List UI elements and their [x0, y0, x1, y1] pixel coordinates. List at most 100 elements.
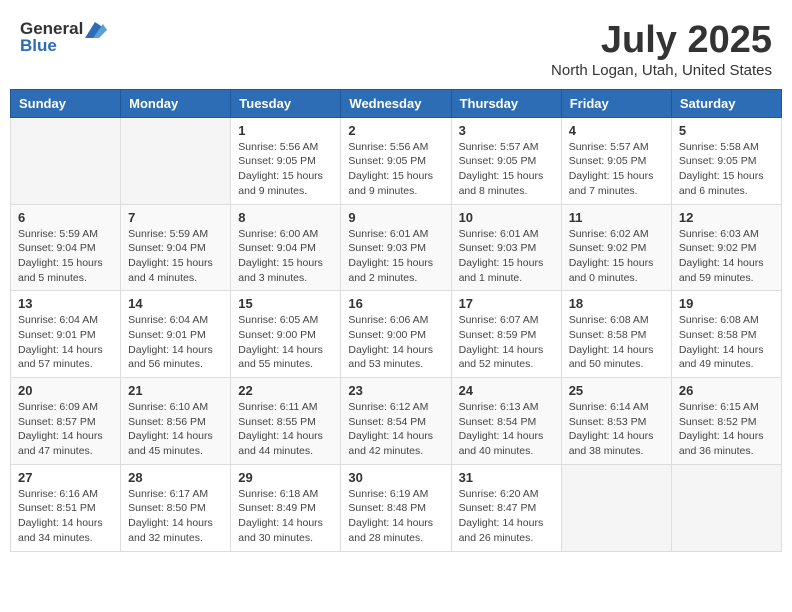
calendar-cell [561, 464, 671, 551]
day-number: 7 [128, 210, 223, 225]
calendar-cell [121, 117, 231, 204]
cell-content: Sunrise: 6:08 AM Sunset: 8:58 PM Dayligh… [569, 313, 664, 372]
day-number: 26 [679, 383, 774, 398]
day-number: 22 [238, 383, 333, 398]
calendar-cell: 28 Sunrise: 6:17 AM Sunset: 8:50 PM Dayli… [121, 464, 231, 551]
calendar-cell [11, 117, 121, 204]
day-number: 16 [348, 296, 443, 311]
calendar-header-wednesday: Wednesday [341, 89, 451, 117]
day-number: 4 [569, 123, 664, 138]
day-number: 5 [679, 123, 774, 138]
calendar-cell: 19Sunrise: 6:08 AM Sunset: 8:58 PM Dayli… [671, 291, 781, 378]
cell-content: Sunrise: 6:12 AM Sunset: 8:54 PM Dayligh… [348, 400, 443, 459]
header: General Blue July 2025 North Logan, Utah… [10, 10, 782, 84]
day-number: 3 [459, 123, 554, 138]
cell-content: Sunrise: 6:17 AM Sunset: 8:50 PM Dayligh… [128, 487, 223, 546]
day-number: 15 [238, 296, 333, 311]
calendar-header-tuesday: Tuesday [231, 89, 341, 117]
calendar-cell: 31 Sunrise: 6:20 AM Sunset: 8:47 PM Dayli… [451, 464, 561, 551]
calendar-cell: 6 Sunrise: 5:59 AM Sunset: 9:04 PM Daylig… [11, 204, 121, 291]
calendar-header-monday: Monday [121, 89, 231, 117]
day-number: 11 [569, 210, 664, 225]
cell-content: Sunrise: 6:16 AM Sunset: 8:51 PM Dayligh… [18, 487, 113, 546]
page-title: July 2025 [551, 20, 772, 62]
cell-content: Sunrise: 5:56 AM Sunset: 9:05 PM Dayligh… [348, 140, 443, 199]
calendar-cell: 16 Sunrise: 6:06 AM Sunset: 9:00 PM Dayli… [341, 291, 451, 378]
cell-content: Sunrise: 6:03 AM Sunset: 9:02 PM Dayligh… [679, 227, 774, 286]
day-number: 19 [679, 296, 774, 311]
calendar-cell: 29 Sunrise: 6:18 AM Sunset: 8:49 PM Dayli… [231, 464, 341, 551]
cell-content: Sunrise: 5:59 AM Sunset: 9:04 PM Dayligh… [128, 227, 223, 286]
calendar-cell: 1Sunrise: 5:56 AM Sunset: 9:05 PM Daylig… [231, 117, 341, 204]
day-number: 1 [238, 123, 333, 138]
day-number: 13 [18, 296, 113, 311]
cell-content: Sunrise: 6:11 AM Sunset: 8:55 PM Dayligh… [238, 400, 333, 459]
day-number: 28 [128, 470, 223, 485]
day-number: 24 [459, 383, 554, 398]
calendar-cell: 12 Sunrise: 6:03 AM Sunset: 9:02 PM Dayli… [671, 204, 781, 291]
calendar-cell: 18 Sunrise: 6:08 AM Sunset: 8:58 PM Dayli… [561, 291, 671, 378]
cell-content: Sunrise: 6:06 AM Sunset: 9:00 PM Dayligh… [348, 313, 443, 372]
calendar-header-thursday: Thursday [451, 89, 561, 117]
calendar-cell: 5 Sunrise: 5:58 AM Sunset: 9:05 PM Daylig… [671, 117, 781, 204]
calendar-cell: 22 Sunrise: 6:11 AM Sunset: 8:55 PM Dayli… [231, 378, 341, 465]
day-number: 29 [238, 470, 333, 485]
day-number: 17 [459, 296, 554, 311]
calendar-cell: 15 Sunrise: 6:05 AM Sunset: 9:00 PM Dayli… [231, 291, 341, 378]
cell-content: Sunrise: 6:07 AM Sunset: 8:59 PM Dayligh… [459, 313, 554, 372]
calendar-cell: 8 Sunrise: 6:00 AM Sunset: 9:04 PM Daylig… [231, 204, 341, 291]
calendar-header-row: SundayMondayTuesdayWednesdayThursdayFrid… [11, 89, 782, 117]
cell-content: Sunrise: 5:59 AM Sunset: 9:04 PM Dayligh… [18, 227, 113, 286]
calendar-cell: 30 Sunrise: 6:19 AM Sunset: 8:48 PM Dayli… [341, 464, 451, 551]
day-number: 6 [18, 210, 113, 225]
calendar-cell: 24 Sunrise: 6:13 AM Sunset: 8:54 PM Dayli… [451, 378, 561, 465]
day-number: 12 [679, 210, 774, 225]
calendar-cell: 27 Sunrise: 6:16 AM Sunset: 8:51 PM Dayli… [11, 464, 121, 551]
calendar-table: SundayMondayTuesdayWednesdayThursdayFrid… [10, 89, 782, 552]
cell-content: Sunrise: 5:58 AM Sunset: 9:05 PM Dayligh… [679, 140, 774, 199]
title-area: July 2025 North Logan, Utah, United Stat… [551, 20, 772, 79]
cell-content: Sunrise: 6:13 AM Sunset: 8:54 PM Dayligh… [459, 400, 554, 459]
cell-content: Sunrise: 6:09 AM Sunset: 8:57 PM Dayligh… [18, 400, 113, 459]
logo: General Blue [20, 20, 107, 55]
cell-content: Sunrise: 6:10 AM Sunset: 8:56 PM Dayligh… [128, 400, 223, 459]
cell-content: Sunrise: 5:57 AM Sunset: 9:05 PM Dayligh… [569, 140, 664, 199]
calendar-cell: 21 Sunrise: 6:10 AM Sunset: 8:56 PM Dayli… [121, 378, 231, 465]
day-number: 21 [128, 383, 223, 398]
calendar-cell: 10 Sunrise: 6:01 AM Sunset: 9:03 PM Dayli… [451, 204, 561, 291]
calendar-cell: 17 Sunrise: 6:07 AM Sunset: 8:59 PM Dayli… [451, 291, 561, 378]
cell-content: Sunrise: 6:05 AM Sunset: 9:00 PM Dayligh… [238, 313, 333, 372]
calendar-cell [671, 464, 781, 551]
calendar-cell: 11 Sunrise: 6:02 AM Sunset: 9:02 PM Dayli… [561, 204, 671, 291]
day-number: 14 [128, 296, 223, 311]
day-number: 25 [569, 383, 664, 398]
cell-content: Sunrise: 6:04 AM Sunset: 9:01 PM Dayligh… [18, 313, 113, 372]
calendar-header-friday: Friday [561, 89, 671, 117]
day-number: 30 [348, 470, 443, 485]
day-number: 18 [569, 296, 664, 311]
day-number: 20 [18, 383, 113, 398]
calendar-cell: 13 Sunrise: 6:04 AM Sunset: 9:01 PM Dayli… [11, 291, 121, 378]
cell-content: Sunrise: 6:02 AM Sunset: 9:02 PM Dayligh… [569, 227, 664, 286]
day-number: 10 [459, 210, 554, 225]
calendar-cell: 3Sunrise: 5:57 AM Sunset: 9:05 PM Daylig… [451, 117, 561, 204]
logo-arrow-icon [85, 22, 107, 38]
day-number: 27 [18, 470, 113, 485]
cell-content: Sunrise: 6:14 AM Sunset: 8:53 PM Dayligh… [569, 400, 664, 459]
calendar-cell: 23Sunrise: 6:12 AM Sunset: 8:54 PM Dayli… [341, 378, 451, 465]
cell-content: Sunrise: 6:20 AM Sunset: 8:47 PM Dayligh… [459, 487, 554, 546]
calendar-cell: 4 Sunrise: 5:57 AM Sunset: 9:05 PM Daylig… [561, 117, 671, 204]
calendar-cell: 2Sunrise: 5:56 AM Sunset: 9:05 PM Daylig… [341, 117, 451, 204]
calendar-week-1: 1 Sunrise: 5:56 AM Sunset: 9:05 PM Daylig… [11, 117, 782, 204]
day-number: 8 [238, 210, 333, 225]
day-number: 31 [459, 470, 554, 485]
cell-content: Sunrise: 6:19 AM Sunset: 8:48 PM Dayligh… [348, 487, 443, 546]
calendar-week-3: 13 Sunrise: 6:04 AM Sunset: 9:01 PM Dayli… [11, 291, 782, 378]
day-number: 9 [348, 210, 443, 225]
calendar-header-sunday: Sunday [11, 89, 121, 117]
calendar-week-4: 20 Sunrise: 6:09 AM Sunset: 8:57 PM Dayli… [11, 378, 782, 465]
calendar-week-5: 27 Sunrise: 6:16 AM Sunset: 8:51 PM Dayli… [11, 464, 782, 551]
cell-content: Sunrise: 6:01 AM Sunset: 9:03 PM Dayligh… [459, 227, 554, 286]
cell-content: Sunrise: 6:18 AM Sunset: 8:49 PM Dayligh… [238, 487, 333, 546]
cell-content: Sunrise: 6:00 AM Sunset: 9:04 PM Dayligh… [238, 227, 333, 286]
